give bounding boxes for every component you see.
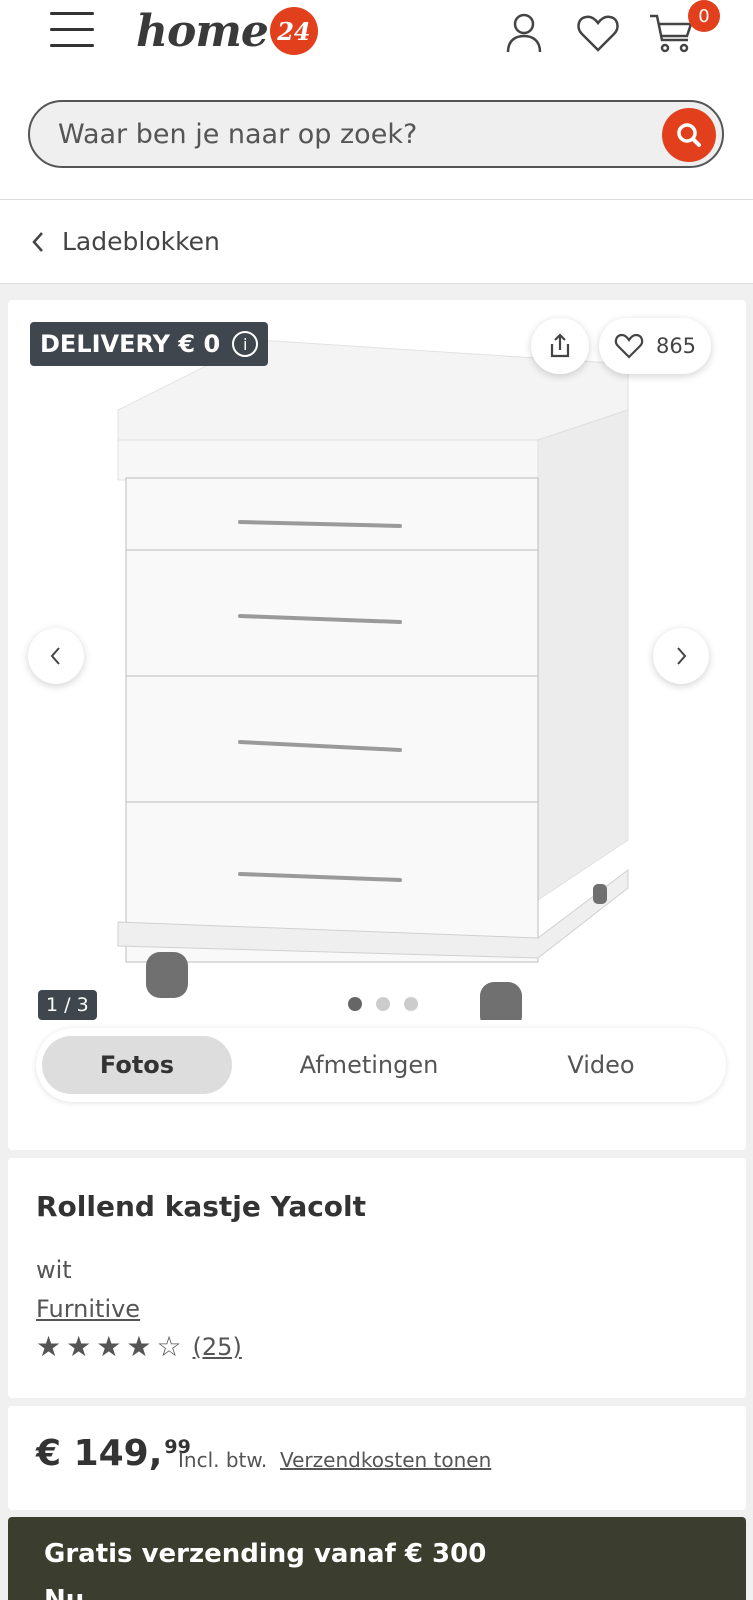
chevron-right-icon <box>677 647 687 665</box>
menu-icon[interactable] <box>50 12 94 48</box>
carousel-dot[interactable] <box>376 997 390 1011</box>
logo-text: home <box>136 5 269 57</box>
next-image-button[interactable] <box>653 628 709 684</box>
star-filled-icon: ★ <box>96 1330 122 1363</box>
vat-label: Incl. btw. <box>178 1448 268 1472</box>
search-icon <box>677 123 701 147</box>
info-icon: i <box>232 331 259 357</box>
star-filled-icon: ★ <box>36 1330 62 1363</box>
account-icon[interactable] <box>500 8 548 56</box>
price: € 149, 99 <box>36 1436 191 1472</box>
delivery-badge[interactable]: DELIVERY € 0 i <box>30 322 269 366</box>
site-header: home 24 0 <box>0 0 753 200</box>
image-counter: 1 / 3 <box>38 990 97 1020</box>
logo-badge: 24 <box>269 7 318 55</box>
product-title: Rollend kastje Yacolt <box>36 1190 367 1223</box>
home24-logo[interactable]: home 24 <box>136 0 318 62</box>
prev-image-button[interactable] <box>28 628 84 684</box>
product-info-card: Rollend kastje Yacolt wit Furnitive ★ ★ … <box>8 1158 746 1398</box>
review-count-link[interactable]: (25) <box>193 1333 242 1361</box>
product-color: wit <box>36 1256 72 1284</box>
shipping-costs-link[interactable]: Verzendkosten tonen <box>280 1448 491 1472</box>
wishlist-count: 865 <box>655 334 697 358</box>
carousel-dots <box>348 997 418 1011</box>
tab-video[interactable]: Video <box>506 1036 696 1094</box>
search-button[interactable] <box>662 108 716 162</box>
media-tabs: Fotos Afmetingen Video <box>36 1028 726 1102</box>
breadcrumb-label: Ladeblokken <box>62 227 220 256</box>
star-empty-icon: ☆ <box>156 1330 182 1363</box>
search-bar <box>28 100 724 168</box>
chevron-left-icon <box>50 647 60 665</box>
share-icon <box>550 333 570 358</box>
star-filled-icon: ★ <box>126 1330 152 1363</box>
share-button[interactable] <box>531 318 589 374</box>
heart-icon <box>614 333 644 359</box>
wishlist-button[interactable]: 865 <box>599 318 711 374</box>
rating[interactable]: ★ ★ ★ ★ ☆ (25) <box>36 1330 242 1363</box>
brand-link[interactable]: Furnitive <box>36 1295 140 1323</box>
tab-fotos[interactable]: Fotos <box>42 1036 232 1094</box>
star-filled-icon: ★ <box>66 1330 92 1363</box>
carousel-dot[interactable] <box>404 997 418 1011</box>
wishlist-heart-icon[interactable] <box>574 8 622 56</box>
carousel-dot[interactable] <box>348 997 362 1011</box>
product-gallery: DELIVERY € 0 i 865 1 / 3 Fotos Afmetinge… <box>8 300 746 1150</box>
banner-title: Gratis verzending vanaf € 300 <box>44 1539 487 1569</box>
delivery-label: DELIVERY € 0 <box>40 330 221 358</box>
price-main: € 149, <box>36 1433 163 1474</box>
breadcrumb[interactable]: Ladeblokken <box>0 200 753 284</box>
product-image[interactable] <box>98 340 658 1020</box>
price-card: € 149, 99 Incl. btw. Verzendkosten tonen <box>8 1406 746 1510</box>
tab-afmetingen[interactable]: Afmetingen <box>274 1036 464 1094</box>
search-input[interactable] <box>58 102 638 166</box>
chevron-left-icon <box>32 231 43 252</box>
free-shipping-banner: Gratis verzending vanaf € 300 Nu <box>8 1517 746 1600</box>
cart-count-badge: 0 <box>688 0 720 32</box>
banner-subtitle: Nu <box>44 1585 85 1600</box>
